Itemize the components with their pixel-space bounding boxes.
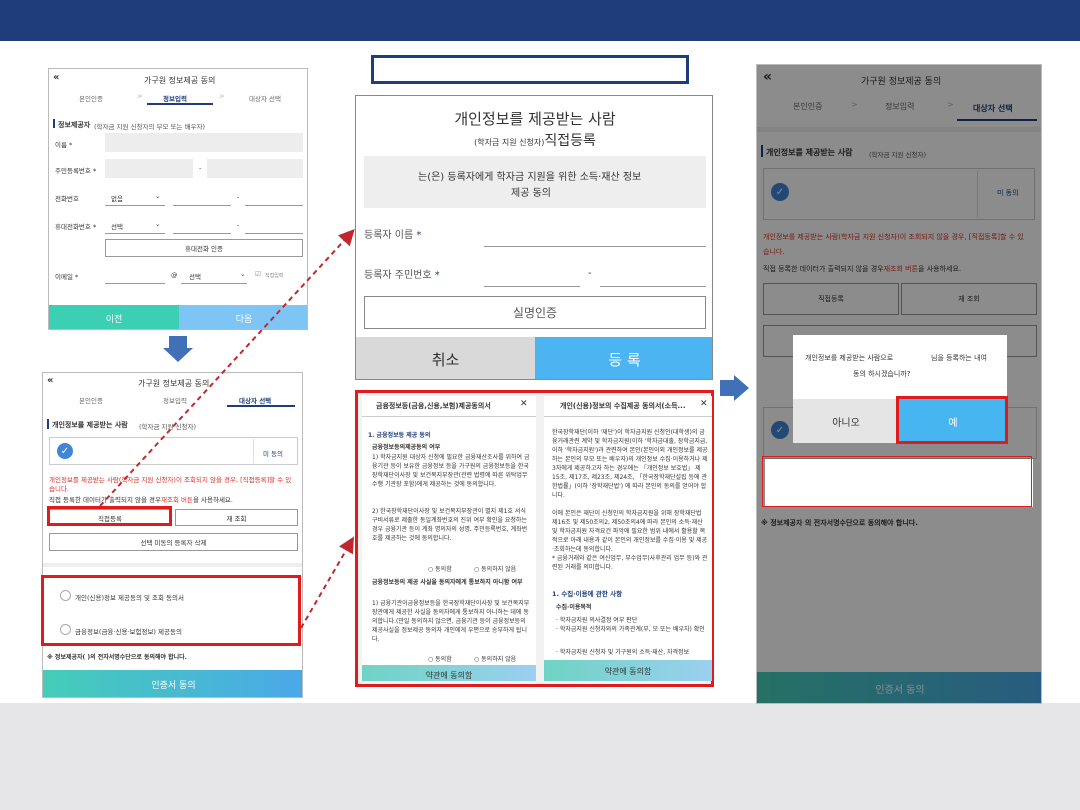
- arrow-to-popup: [99, 229, 355, 507]
- connector-arrows: [99, 229, 355, 629]
- arrow-to-docs: [300, 536, 355, 629]
